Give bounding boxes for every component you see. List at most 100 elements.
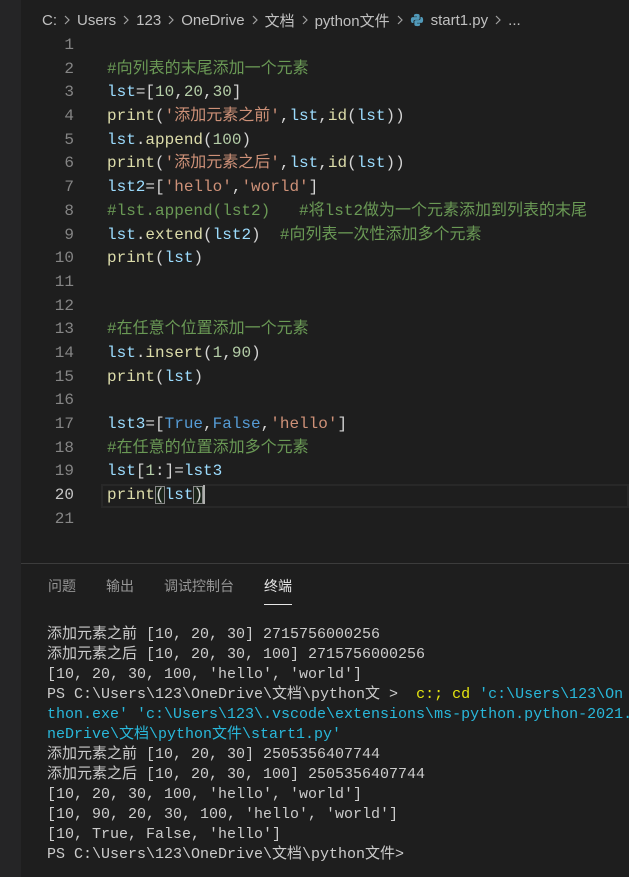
- code-token: =[: [145, 415, 165, 433]
- terminal-text: [10, 20, 30, 100, 'hello', 'world']: [47, 786, 363, 803]
- breadcrumb-item-file[interactable]: start1.py: [410, 12, 488, 29]
- code-token: print: [107, 249, 156, 268]
- code-text: lst3=[True,False,'hello']: [107, 413, 347, 437]
- line-number: 20: [54, 486, 74, 505]
- terminal-line: [10, 20, 30, 100, 'hello', 'world']: [47, 785, 629, 805]
- breadcrumb-item-documents[interactable]: 文档: [265, 10, 295, 31]
- code-line[interactable]: 13 #在任意个位置添加一个元素: [21, 318, 629, 342]
- code-token: 'hello': [164, 178, 232, 197]
- code-line[interactable]: 7 lst2=['hello','world']: [21, 176, 629, 200]
- breadcrumb-item-users[interactable]: Users: [77, 12, 116, 29]
- code-line[interactable]: 19 lst[1:]=lst3: [21, 460, 629, 484]
- breadcrumb-item-drive[interactable]: C:: [42, 12, 57, 29]
- code-line[interactable]: 15 print(lst): [21, 366, 629, 390]
- terminal-text: 添加元素之前 [10, 20, 30] 2505356407744: [47, 746, 381, 763]
- breadcrumb-item-user[interactable]: 123: [136, 12, 161, 29]
- code-text: #在任意个位置添加一个元素: [107, 318, 309, 342]
- code-token: (: [155, 107, 165, 126]
- chevron-right-icon: [123, 15, 130, 25]
- breadcrumb-item-symbols[interactable]: ...: [508, 12, 521, 29]
- code-token: lst: [289, 154, 319, 173]
- code-token: lst: [107, 130, 136, 149]
- code-token: [: [135, 462, 146, 481]
- code-token: =[: [145, 178, 165, 197]
- terminal-text: PS C:\Users\123\OneDrive\文档\python文件>: [47, 846, 405, 863]
- code-line[interactable]: 18 #在任意的位置添加多个元素: [21, 437, 629, 461]
- code-line[interactable]: 10 print(lst): [21, 247, 629, 271]
- code-line[interactable]: 2 #向列表的末尾添加一个元素: [21, 58, 629, 82]
- terminal[interactable]: 添加元素之前 [10, 20, 30] 2715756000256 添加元素之后 …: [47, 625, 629, 877]
- terminal-text: 添加元素之后 [10, 20, 30, 100] 2505356407744: [47, 766, 426, 783]
- code-line[interactable]: 1: [21, 34, 629, 58]
- code-line[interactable]: 20 print(lst): [21, 484, 629, 508]
- code-text: #在任意的位置添加多个元素: [107, 437, 309, 461]
- breadcrumb: C: Users 123 OneDrive 文档 python文件 start1…: [21, 3, 629, 37]
- code-token: ,: [203, 83, 213, 102]
- line-number: 11: [54, 272, 74, 291]
- code-token: #向列表一次性添加多个元素: [279, 225, 482, 244]
- code-line[interactable]: 8 #lst.append(lst2) #将lst2做为一个元素添加到列表的末尾: [21, 200, 629, 224]
- code-token: ): [193, 367, 204, 386]
- terminal-line: [10, True, False, 'hello']: [47, 825, 629, 845]
- code-token: 'world': [241, 178, 309, 197]
- breadcrumb-item-folder[interactable]: python文件: [315, 10, 390, 31]
- code-text: print(lst): [107, 366, 203, 390]
- code-text: lst2=['hello','world']: [107, 176, 318, 200]
- code-token: lst: [107, 83, 136, 102]
- tab-terminal[interactable]: 终端: [264, 573, 292, 605]
- code-token: (: [155, 367, 165, 386]
- code-token: '添加元素之前': [164, 107, 280, 126]
- code-text: lst.append(100): [107, 129, 251, 153]
- terminal-text: neDrive\文档\python文件\start1.py': [47, 726, 342, 743]
- code-token: ): [251, 343, 261, 362]
- tab-debug-console[interactable]: 调试控制台: [164, 573, 234, 605]
- terminal-text: thon.exe' 'c:\Users\123\.vscode\extensio…: [47, 706, 629, 723]
- code-editor[interactable]: 1 2 #向列表的末尾添加一个元素 3 lst=[10,20,30] 4 print('添加…: [21, 34, 629, 563]
- terminal-line: 添加元素之后 [10, 20, 30, 100] 2715756000256: [47, 645, 629, 665]
- code-token: (: [155, 154, 165, 173]
- code-line[interactable]: 14 lst.insert(1,90): [21, 342, 629, 366]
- tab-output[interactable]: 输出: [106, 573, 134, 605]
- line-number: 6: [64, 154, 74, 173]
- code-line[interactable]: 21: [21, 508, 629, 532]
- code-token: .: [135, 225, 146, 244]
- code-token: ): [241, 130, 252, 149]
- terminal-line: 添加元素之前 [10, 20, 30] 2715756000256: [47, 625, 629, 645]
- code-line[interactable]: 17 lst3=[True,False,'hello']: [21, 413, 629, 437]
- code-line[interactable]: 9 lst.extend(lst2) #向列表一次性添加多个元素: [21, 224, 629, 248]
- chevron-right-icon: [302, 15, 308, 25]
- code-line[interactable]: 5 lst.append(100): [21, 129, 629, 153]
- code-line[interactable]: 6 print('添加元素之后',lst,id(lst)): [21, 152, 629, 176]
- chevron-right-icon: [397, 15, 403, 25]
- code-token: (: [347, 154, 357, 173]
- tab-problems[interactable]: 问题: [48, 573, 76, 605]
- code-token: :]=: [155, 462, 184, 481]
- code-line[interactable]: 16: [21, 389, 629, 413]
- line-number: 1: [64, 36, 74, 54]
- code-token: #在任意的位置添加多个元素: [107, 438, 309, 457]
- code-token: #在任意个位置添加一个元素: [107, 320, 309, 339]
- terminal-line: thon.exe' 'c:\Users\123\.vscode\extensio…: [47, 705, 629, 725]
- line-number: 13: [54, 320, 74, 339]
- code-line[interactable]: 3 lst=[10,20,30]: [21, 81, 629, 105]
- code-text: lst[1:]=lst3: [107, 460, 222, 484]
- code-token: )): [385, 154, 405, 173]
- breadcrumb-item-onedrive[interactable]: OneDrive: [181, 12, 244, 29]
- code-token: lst: [107, 343, 136, 362]
- code-token: )): [385, 107, 405, 126]
- code-line[interactable]: 4 print('添加元素之前',lst,id(lst)): [21, 105, 629, 129]
- line-number: 17: [54, 415, 74, 433]
- code-token: lst: [164, 249, 194, 268]
- bracket-match: (: [155, 486, 165, 505]
- code-line[interactable]: 11: [21, 271, 629, 295]
- line-number: 18: [54, 438, 74, 457]
- code-line[interactable]: 12: [21, 295, 629, 319]
- code-text: print('添加元素之前',lst,id(lst)): [107, 105, 405, 129]
- code-token: ,: [279, 154, 290, 173]
- code-text: lst.insert(1,90): [107, 342, 261, 366]
- code-text: print(lst): [107, 247, 203, 271]
- chevron-right-icon: [168, 15, 175, 25]
- panel-tabs: 问题 输出 调试控制台 终端: [48, 573, 292, 605]
- code-token: ,: [174, 83, 184, 102]
- line-number: 14: [54, 343, 74, 362]
